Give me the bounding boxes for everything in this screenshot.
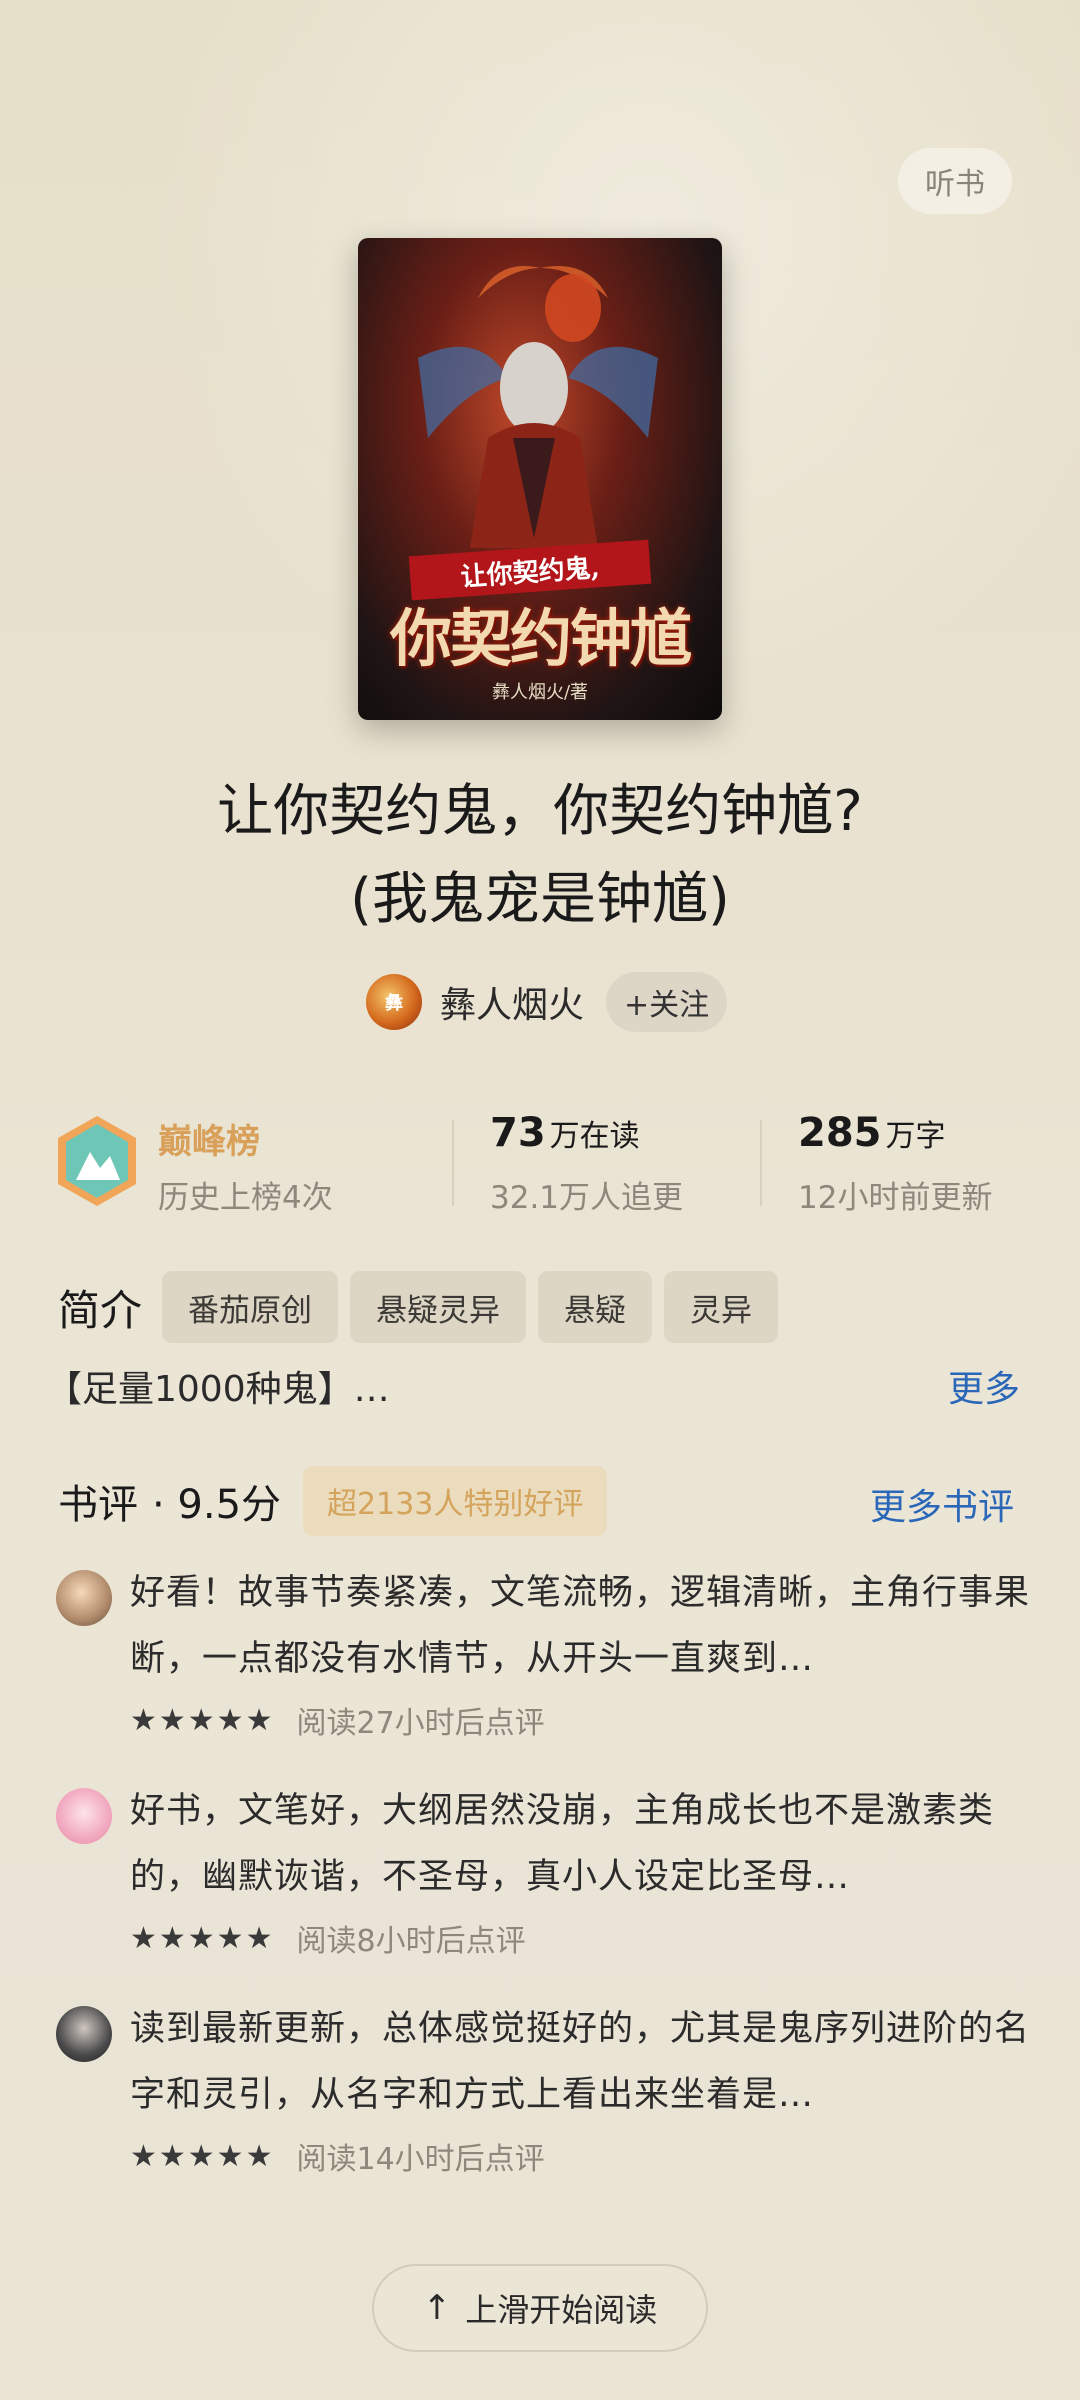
review-stars: ★★★★★ [130,2138,275,2174]
reviewer-avatar[interactable] [56,1788,112,1844]
readers-value: 73 [490,1110,546,1156]
update-time: 12小时前更新 [798,1180,993,1216]
more-reviews-link[interactable]: 更多书评 [870,1478,1014,1530]
review-time: 阅读8小时后点评 [296,1924,526,1959]
cover-author: 彝人烟火/著 [491,682,589,703]
arrow-up-icon: ↑ [422,2288,452,2328]
stats-divider [452,1120,454,1206]
reviewer-avatar[interactable] [56,1570,112,1626]
review-time: 阅读14小时后点评 [296,2142,545,2177]
book-cover[interactable]: 让你契约鬼, 你契约钟馗 彝人烟火/著 [358,238,722,720]
intro-row: 简介 番茄原创 悬疑灵异 悬疑 灵异 [58,1270,790,1344]
review-meta: ★★★★★ 阅读14小时后点评 [130,2136,545,2178]
reviews-label: 书评 [58,1482,138,1528]
synopsis-more-link[interactable]: 更多 [948,1360,1020,1412]
start-reading-button[interactable]: ↑ 上滑开始阅读 [372,2264,708,2352]
rank-title[interactable]: 巅峰榜 [158,1114,260,1163]
follow-button[interactable]: +关注 [606,972,728,1032]
review-item[interactable]: 好看！故事节奏紧凑，文笔流畅，逻辑清晰，主角行事果断，一点都没有水情节，从开头一… [56,1560,1029,1750]
stats-row: 巅峰榜 历史上榜4次 73 万在读 32.1万人追更 285 万字 12小时前更新 [54,1110,1026,1222]
review-meta: ★★★★★ 阅读8小时后点评 [130,1918,526,1960]
author-avatar[interactable]: 彝 [366,974,422,1030]
peak-rank-icon[interactable] [54,1114,140,1208]
reviews-badge: 超2133人特别好评 [303,1466,608,1536]
author-row: 彝 彝人烟火 +关注 [366,970,728,1034]
tag-supernatural[interactable]: 灵异 [664,1271,779,1343]
stats-divider [760,1120,762,1206]
rank-history: 历史上榜4次 [158,1180,333,1216]
listen-button[interactable]: 听书 [898,148,1012,214]
review-item[interactable]: 好书，文笔好，大纲居然没崩，主角成长也不是激素类的，幽默诙谐，不圣母，真小人设定… [56,1778,1006,1968]
word-unit: 万字 [885,1119,946,1154]
review-stars: ★★★★★ [130,1920,275,1956]
tag-suspense-supernatural[interactable]: 悬疑灵异 [350,1271,527,1343]
review-text: 读到最新更新，总体感觉挺好的，尤其是鬼序列进阶的名字和灵引，从名字和方式上看出来… [130,2009,1031,2115]
readers-unit: 万在读 [549,1119,640,1154]
review-item[interactable]: 读到最新更新，总体感觉挺好的，尤其是鬼序列进阶的名字和灵引，从名字和方式上看出来… [56,1996,1029,2186]
start-reading-label: 上滑开始阅读 [465,2291,658,2329]
reviews-score: · 9.5分 [152,1482,282,1528]
book-title: 让你契约鬼，你契约钟馗? (我鬼宠是钟馗) [60,768,1020,944]
reviewer-avatar[interactable] [56,2006,112,2062]
review-text: 好看！故事节奏紧凑，文笔流畅，逻辑清晰，主角行事果断，一点都没有水情节，从开头一… [130,1573,1031,1679]
tag-fanqie-original[interactable]: 番茄原创 [162,1271,339,1343]
reviews-header: 书评 · 9.5分 超2133人特别好评 [58,1464,608,1538]
tag-suspense[interactable]: 悬疑 [538,1271,653,1343]
review-text: 好书，文笔好，大纲居然没崩，主角成长也不是激素类的，幽默诙谐，不圣母，真小人设定… [130,1791,995,1897]
book-title-line1: 让你契约鬼，你契约钟馗? [217,779,863,844]
word-value: 285 [798,1110,882,1156]
review-stars: ★★★★★ [130,1702,275,1738]
followers-count: 32.1万人追更 [490,1180,684,1216]
review-meta: ★★★★★ 阅读27小时后点评 [130,1700,545,1742]
book-title-line2: (我鬼宠是钟馗) [350,867,730,932]
review-time: 阅读27小时后点评 [296,1706,545,1741]
cover-title: 你契约钟馗 [389,602,692,675]
word-count: 285 万字 [798,1110,946,1156]
readers-count: 73 万在读 [490,1110,640,1156]
synopsis-text[interactable]: 【足量1000种鬼】… [46,1360,390,1412]
intro-label: 简介 [58,1285,143,1335]
author-name[interactable]: 彝人烟火 [440,976,584,1028]
